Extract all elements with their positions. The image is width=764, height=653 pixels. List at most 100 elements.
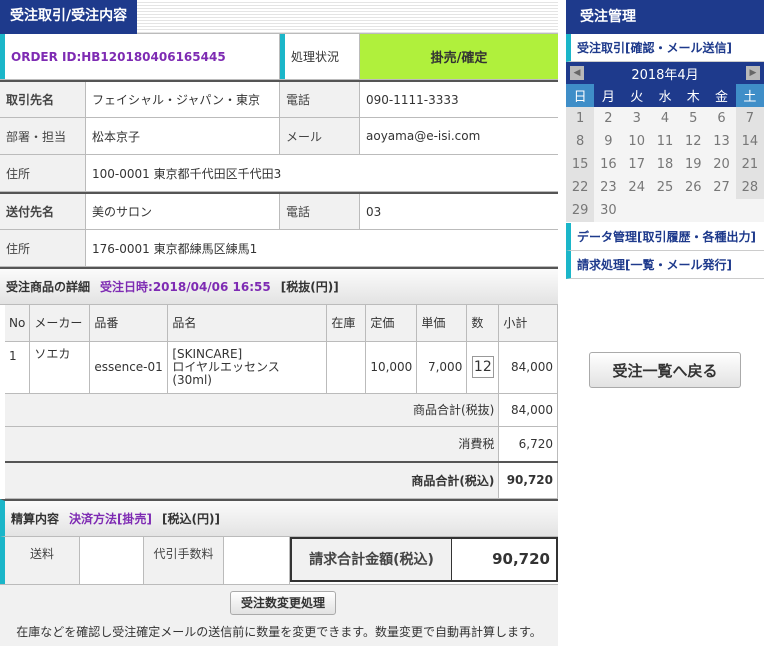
settlement-tax-note: [税込(円)] (162, 511, 220, 526)
customer-phone: 090-1111-3333 (366, 92, 459, 107)
calendar-day[interactable]: 12 (679, 130, 707, 153)
calendar-day[interactable]: 2 (594, 107, 622, 130)
calendar-month: 2018年4月 (631, 67, 699, 83)
calendar-nav: ◀ 2018年4月 ▶ (566, 62, 764, 84)
sidebar-item-data[interactable]: データ管理[取引履歴・各種出力] (566, 223, 764, 251)
customer-name-label: 取引先名 (0, 82, 86, 117)
shipping-address: 176-0001 東京都練馬区練馬1 (92, 241, 258, 256)
shipping-phone-label: 電話 (280, 194, 360, 229)
col-subtotal: 小計 (498, 305, 558, 342)
calendar-day[interactable]: 11 (651, 130, 679, 153)
calendar-day[interactable]: 1 (566, 107, 595, 130)
calendar-day[interactable]: 18 (651, 153, 679, 176)
calendar-day[interactable]: 6 (707, 107, 735, 130)
calendar-day[interactable]: 28 (735, 176, 764, 199)
customer-dept: 松本京子 (86, 118, 280, 154)
tax-label: 消費税 (5, 426, 500, 463)
weekday-header: 水 (650, 84, 680, 107)
weekday-header: 火 (622, 84, 651, 107)
customer-dept-label: 部署・担当 (0, 118, 86, 154)
prev-month-icon[interactable]: ◀ (570, 66, 584, 80)
change-area: 受注数変更処理 在庫などを確認し受注確定メールの送信前に数量を変更できます。数量… (0, 583, 558, 646)
calendar-day[interactable]: 5 (679, 107, 707, 130)
calendar-day[interactable]: 16 (594, 153, 622, 176)
col-no: No (5, 305, 31, 342)
item-stock (326, 341, 367, 394)
item-list-price: 10,000 (365, 341, 418, 394)
sidebar-title: 受注管理 (566, 0, 764, 34)
customer-dept-row: 部署・担当 松本京子 メール aoyama@e-isi.com (0, 118, 558, 155)
customer-address-row: 住所 100-0001 東京都千代田区千代田3 (0, 155, 558, 192)
calendar-day[interactable]: 20 (707, 153, 735, 176)
page-title: 受注取引/受注内容 (0, 0, 138, 34)
sidebar-item-orders[interactable]: 受注取引[確認・メール送信] (566, 34, 764, 62)
calendar-day[interactable]: 8 (566, 130, 595, 153)
grand-total-label: 請求合計金額(税込) (292, 538, 452, 580)
calendar-day[interactable]: 4 (651, 107, 679, 130)
items-section-title: 受注商品の詳細 (6, 280, 91, 294)
calendar-day[interactable]: 13 (707, 130, 735, 153)
calendar-day[interactable]: 10 (623, 130, 651, 153)
back-to-list-button[interactable]: 受注一覧へ戻る (589, 352, 741, 388)
calendar-day[interactable]: 14 (735, 130, 764, 153)
customer-address-label: 住所 (0, 155, 86, 191)
calendar-day[interactable]: 15 (566, 153, 595, 176)
calendar-day[interactable]: 25 (651, 176, 679, 199)
order-id-row: ORDER ID:HB120180406165445 処理状況 掛売/確定 (0, 34, 558, 80)
col-qty: 数 (466, 305, 500, 342)
change-note: 在庫などを確認し受注確定メールの送信前に数量を変更できます。数量変更で自動再計算… (16, 624, 542, 639)
calendar: ◀ 2018年4月 ▶ 日月火水木金土 1 2 3 4 5 6 7 8 9 10 11 12 13 14 15… (566, 62, 764, 222)
calendar-grid: 日月火水木金土 1 2 3 4 5 6 7 8 9 10 11 12 13 14 15 16 17 18 19 20 21… (566, 84, 764, 222)
next-month-icon[interactable]: ▶ (745, 66, 760, 80)
sidebar-item-billing[interactable]: 請求処理[一覧・メール発行] (566, 251, 764, 279)
calendar-day[interactable]: 3 (623, 107, 651, 130)
calendar-day[interactable]: 26 (679, 176, 707, 199)
weekday-header: 金 (707, 84, 736, 107)
order-id-cell: ORDER ID:HB120180406165445 (0, 34, 280, 79)
item-no: 1 (5, 341, 31, 394)
settlement-title: 精算内容 (11, 511, 60, 526)
calendar-day[interactable]: 23 (594, 176, 622, 199)
calendar-day[interactable]: 29 (566, 199, 595, 222)
customer-name: フェイシャル・ジャパン・東京 (86, 82, 280, 117)
quantity-input[interactable]: 12 (471, 356, 494, 378)
item-maker: ソエカ (29, 341, 91, 394)
calendar-day[interactable]: 24 (623, 176, 651, 199)
tax-row: 消費税 6,720 (5, 426, 558, 463)
col-stock: 在庫 (326, 305, 367, 342)
calendar-day[interactable]: 17 (623, 153, 651, 176)
customer-mail-label: メール (280, 118, 360, 154)
grand-total-value: 90,720 (492, 550, 550, 568)
total-label: 商品合計(税込) (5, 461, 500, 499)
shipping-address-row: 住所 176-0001 東京都練馬区練馬1 (0, 230, 558, 267)
shipping-address-label: 住所 (0, 230, 86, 266)
change-quantity-button[interactable]: 受注数変更処理 (230, 590, 336, 615)
calendar-day[interactable]: 27 (707, 176, 735, 199)
cod-fee (224, 536, 290, 584)
subtotal-value: 84,000 (498, 393, 558, 427)
calendar-day[interactable]: 9 (594, 130, 622, 153)
items-table: No メーカー 品番 品名 在庫 定価 単価 数 小計 1 ソエカ essenc… (5, 305, 558, 499)
calendar-day[interactable]: 19 (679, 153, 707, 176)
shipping-name-label: 送付先名 (0, 194, 86, 229)
item-subtotal: 84,000 (498, 341, 558, 394)
items-section-header: 受注商品の詳細 受注日時:2018/04/06 16:55 [税抜(円)] (0, 267, 558, 305)
shipping-fee (80, 536, 144, 584)
shipping-phone: 03 (366, 204, 382, 219)
shipping-fee-label: 送料 (0, 536, 80, 584)
calendar-day[interactable]: 7 (735, 107, 764, 130)
customer-mail: aoyama@e-isi.com (366, 129, 481, 143)
calendar-day[interactable]: 30 (594, 199, 622, 222)
cod-fee-label: 代引手数料 (144, 536, 224, 584)
calendar-day[interactable]: 22 (566, 176, 595, 199)
total-row: 商品合計(税込) 90,720 (5, 461, 558, 499)
table-header-row: No メーカー 品番 品名 在庫 定価 単価 数 小計 (5, 305, 558, 342)
item-qty-cell: 12 (466, 341, 500, 394)
order-detail-panel: 受注取引/受注内容 ORDER ID:HB120180406165445 処理状… (0, 0, 558, 653)
weekday-header: 日 (566, 84, 595, 107)
fees-row: 送料 代引手数料 請求合計金額(税込) 90,720 (0, 536, 558, 584)
calendar-day[interactable]: 21 (735, 153, 764, 176)
tax-value: 6,720 (498, 426, 558, 463)
item-name-line1: [SKINCARE] (172, 346, 243, 361)
customer-phone-label: 電話 (280, 82, 360, 117)
